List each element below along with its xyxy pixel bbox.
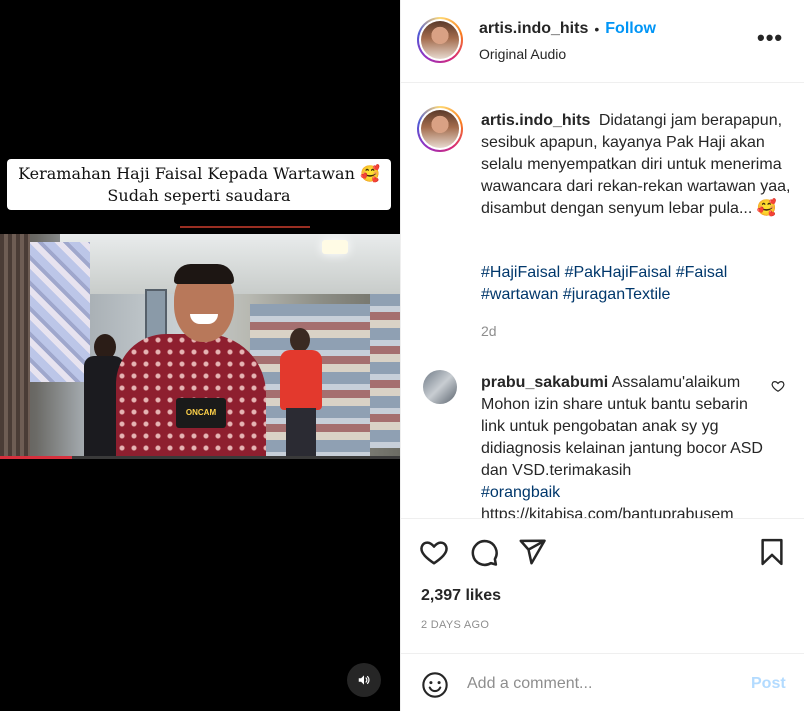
emoji-icon[interactable]	[421, 671, 449, 699]
post-actions: 2,397 likes 2 DAYS AGO	[401, 518, 804, 652]
likes-count[interactable]: 2,397 likes	[421, 587, 501, 605]
caption-username[interactable]: artis.indo_hits	[481, 112, 590, 129]
post-caption: artis.indo_hits Didatangi jam berapapun,…	[481, 110, 791, 220]
separator-dot: •	[594, 21, 600, 37]
video-progress-fill	[0, 456, 72, 459]
comment-like-icon[interactable]	[771, 379, 785, 393]
speaker-icon	[358, 675, 370, 685]
post-date: 2 DAYS AGO	[421, 619, 490, 631]
author-username[interactable]: artis.indo_hits	[479, 20, 588, 38]
comment-link[interactable]: https://kitabisa.com/bantuprabusem	[481, 506, 734, 518]
heart-icon[interactable]	[419, 537, 449, 567]
caption-author-avatar[interactable]	[417, 106, 463, 152]
commenter-avatar[interactable]	[423, 370, 457, 404]
post-header: artis.indo_hits • Follow Original Audio …	[401, 0, 804, 83]
post-hashtags[interactable]: #HajiFaisal #PakHajiFaisal #Faisal #wart…	[481, 262, 791, 306]
scene-curtain	[0, 234, 30, 458]
commenter-username[interactable]: prabu_sakabumi	[481, 374, 608, 391]
bookmark-icon[interactable]	[757, 537, 787, 567]
comment-icon[interactable]	[469, 537, 499, 567]
post-side-panel: artis.indo_hits • Follow Original Audio …	[400, 0, 804, 711]
scene-main-person: ONCAM	[112, 264, 282, 458]
author-avatar[interactable]	[417, 17, 463, 63]
post-age: 2d	[481, 323, 497, 339]
scene-shelf	[370, 294, 400, 448]
post-comment-button[interactable]: Post	[751, 675, 786, 693]
comment-hashtag[interactable]: #orangbaik	[481, 484, 560, 501]
mic-badge: ONCAM	[176, 398, 226, 428]
add-comment-bar: Post	[401, 653, 804, 711]
scene-person-right	[276, 328, 324, 458]
video-progress-bar[interactable]	[0, 456, 400, 459]
comment-input[interactable]	[467, 672, 737, 696]
scene-lamp	[322, 240, 348, 254]
video-frame: ONCAM	[0, 234, 400, 458]
comments-section[interactable]: artis.indo_hits Didatangi jam berapapun,…	[401, 84, 804, 518]
video-player[interactable]: Keramahan Haji Faisal Kepada Wartawan 🥰 …	[0, 0, 400, 711]
send-icon[interactable]	[517, 537, 547, 567]
more-options-icon[interactable]: •••	[757, 27, 783, 49]
comment-item: prabu_sakabumi Assalamu'alaikum Mohon iz…	[481, 372, 771, 518]
overlay-line-2: Sudah seperti saudara	[107, 186, 291, 205]
audio-label[interactable]: Original Audio	[479, 46, 566, 62]
scene-fabric-rack	[30, 242, 90, 382]
video-caption-overlay: Keramahan Haji Faisal Kepada Wartawan 🥰 …	[7, 159, 391, 210]
overlay-line-1: Keramahan Haji Faisal Kepada Wartawan 🥰	[18, 164, 380, 183]
audio-toggle-button[interactable]	[347, 663, 381, 697]
follow-button[interactable]: Follow	[605, 20, 656, 38]
overlay-divider	[180, 226, 310, 228]
